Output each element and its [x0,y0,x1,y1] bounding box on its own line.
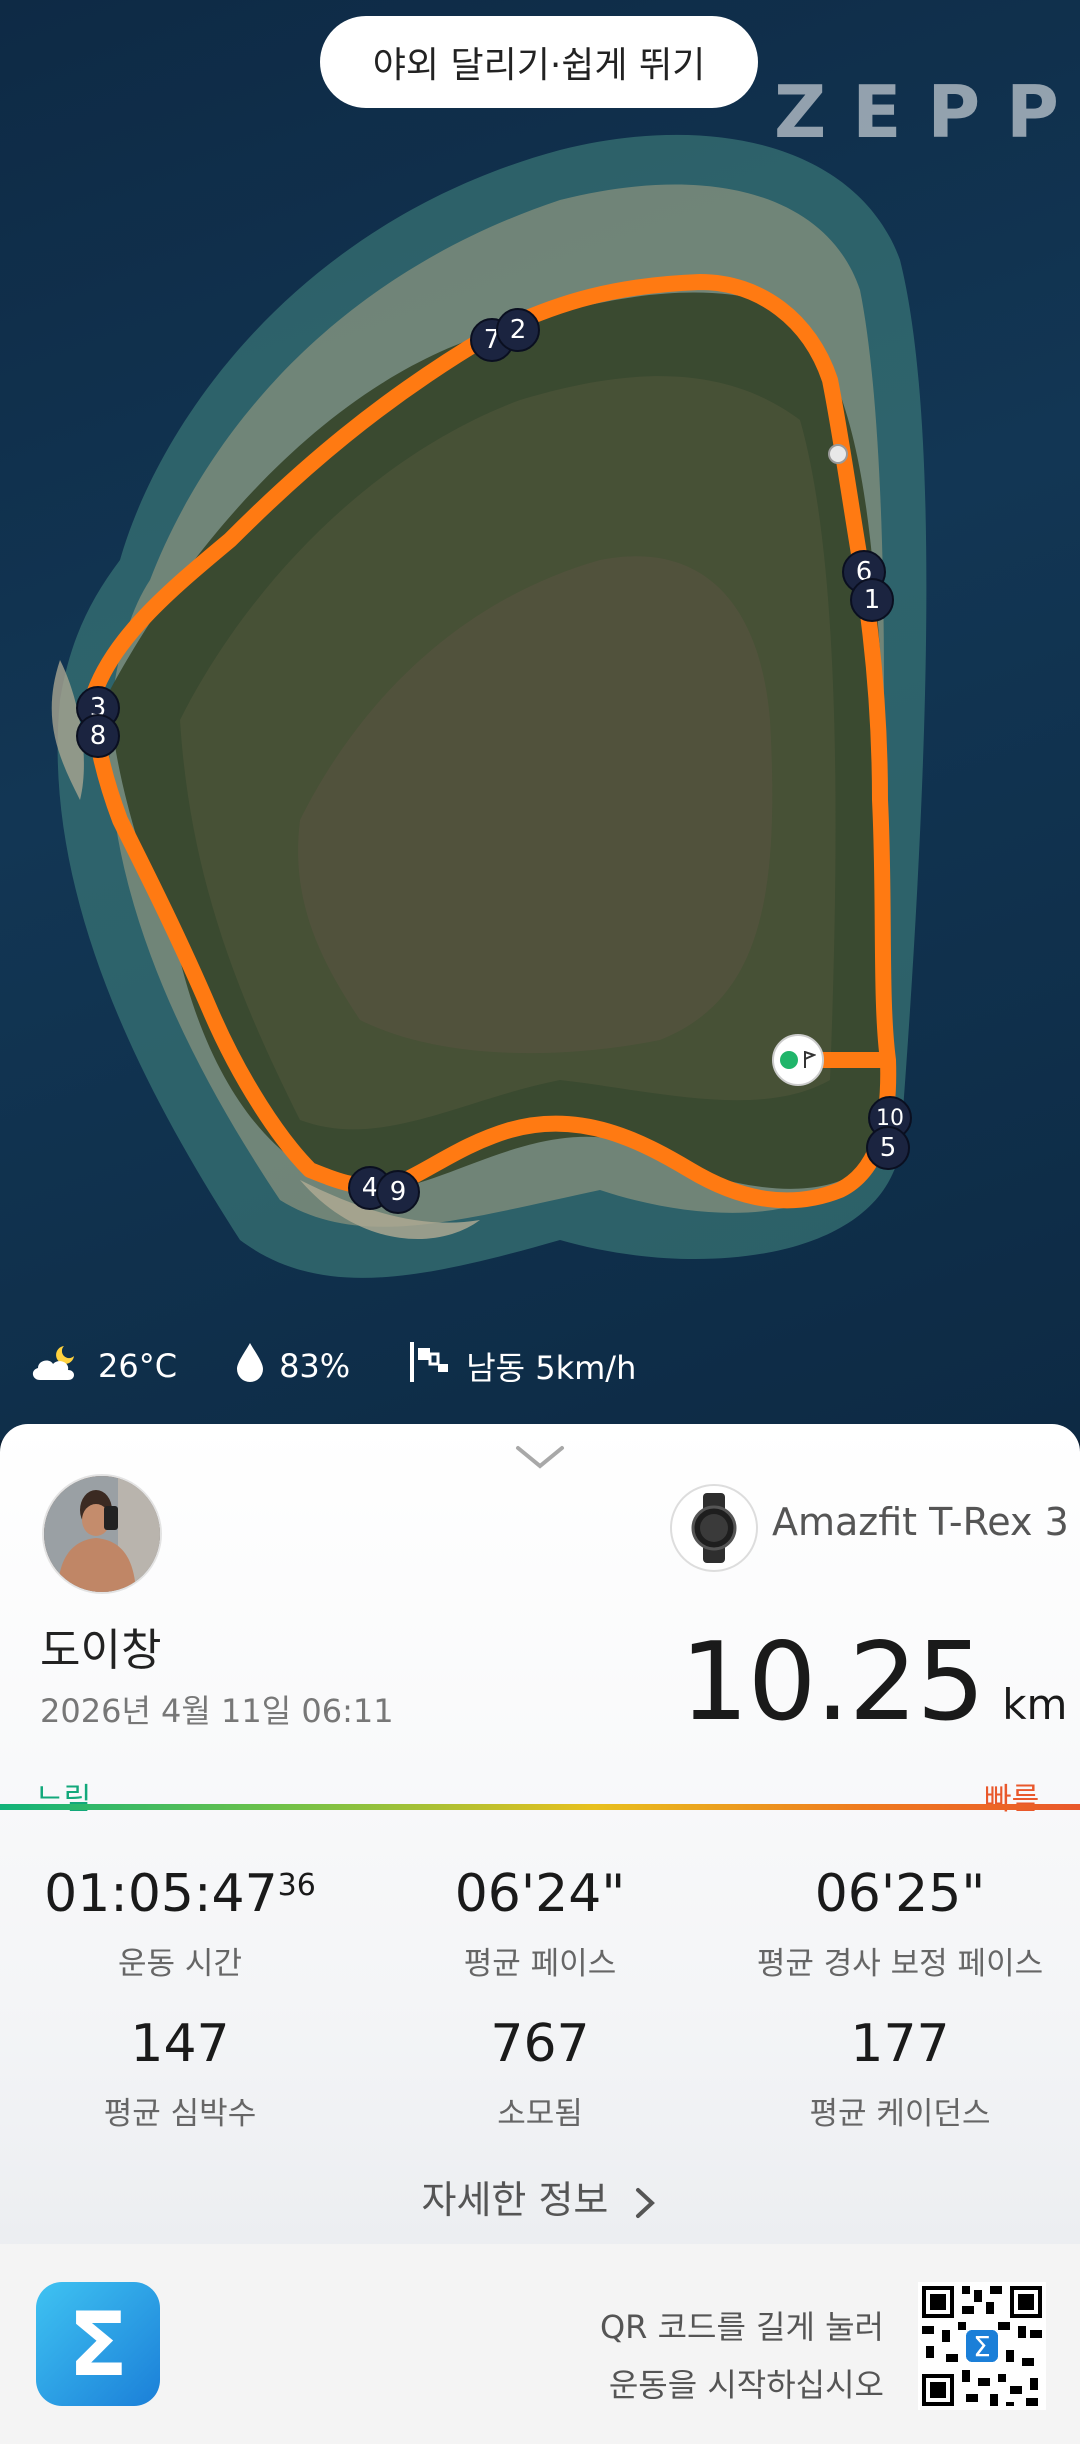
duration-value: 01:05:47 [44,1864,278,1924]
pace-gradient-bar [0,1804,1080,1810]
qr-code-icon[interactable]: Σ [918,2282,1046,2410]
qr-instruction-line-1: QR 코드를 길게 눌러 [599,2308,884,2346]
collapse-chevron-icon[interactable] [514,1444,566,1472]
km-marker-1: 1 [850,578,894,622]
calories-label: 소모됨 [497,2096,583,2132]
wind-flag-icon [408,1340,452,1392]
km-marker-5: 5 [866,1126,910,1170]
zepp-watermark: ZEPP [774,70,1080,154]
chevron-right-icon [636,2187,656,2218]
humidity-drop-icon [235,1341,265,1391]
temperature-value: 26°C [98,1347,178,1385]
stat-grade-adjusted-pace: 06'25" 평균 경사 보정 페이스 [720,1864,1080,1983]
km-marker-8: 8 [76,714,120,758]
duration-label: 운동 시간 [118,1946,242,1982]
workout-date: 2026년 4월 11일 06:11 [40,1692,394,1730]
km-marker-2: 2 [496,308,540,352]
workout-summary-card: Amazfit T-Rex 3 도이창 2026년 4월 11일 06:11 1… [0,1424,1080,2244]
duration-centiseconds: 36 [277,1868,316,1903]
device-name: Amazfit T-Rex 3 [772,1500,1069,1544]
user-name: 도이창 [40,1625,162,1676]
avg-pace-value: 06'24" [454,1864,626,1924]
svg-text:Σ: Σ [973,2330,991,2363]
cadence-value: 177 [850,2014,950,2074]
stat-avg-heart-rate: 147 평균 심박수 [0,2014,360,2133]
watch-icon [670,1484,758,1572]
heart-rate-label: 평균 심박수 [103,2096,257,2132]
humidity-value: 83% [279,1347,351,1385]
distance-value: 10.25 [680,1620,985,1745]
start-marker-icon [772,1034,824,1086]
weather-bar: 26°C 83% 남동 5km/h [28,1340,680,1392]
workout-title: 야외 달리기·쉽게 뛰기 [320,16,758,108]
gap-value: 06'25" [814,1864,986,1924]
qr-instructions: QR 코드를 길게 눌러 운동을 시작하십시오 [600,2298,884,2414]
partly-cloudy-night-icon [28,1340,84,1392]
user-avatar[interactable] [42,1474,162,1594]
more-info-label: 자세한 정보 [421,2178,609,2222]
heart-rate-value: 147 [130,2014,230,2074]
distance-unit: km [1002,1680,1068,1729]
pace-slow-label: 느림 [36,1782,92,1817]
total-distance: 10.25 km [680,1620,1067,1745]
gap-label: 평균 경사 보정 페이스 [756,1946,1044,1982]
wind-value: 남동 5km/h [466,1349,637,1387]
qr-instruction-line-2: 운동을 시작하십시오 [608,2366,884,2404]
footer-bar: Σ QR 코드를 길게 눌러 운동을 시작하십시오 Σ [0,2244,1080,2444]
stat-avg-cadence: 177 평균 케이던스 [720,2014,1080,2133]
zepp-app-logo-icon[interactable]: Σ [36,2282,160,2406]
pace-fast-label: 빠름 [984,1782,1040,1817]
calories-value: 767 [490,2014,590,2074]
avg-pace-label: 평균 페이스 [463,1946,617,1982]
more-info-link[interactable]: 자세한 정보 [0,2169,1080,2224]
stat-calories: 767 소모됨 [360,2014,720,2133]
cadence-label: 평균 케이던스 [809,2096,991,2132]
stat-duration: 01:05:4736 운동 시간 [0,1864,360,1983]
stat-avg-pace: 06'24" 평균 페이스 [360,1864,720,1983]
km-marker-9: 9 [376,1170,420,1214]
route-map[interactable]: 야외 달리기·쉽게 뛰기 ZEPP 7 2 6 1 3 8 10 5 4 9 2… [0,0,1080,1440]
satellite-background [51,134,927,1278]
